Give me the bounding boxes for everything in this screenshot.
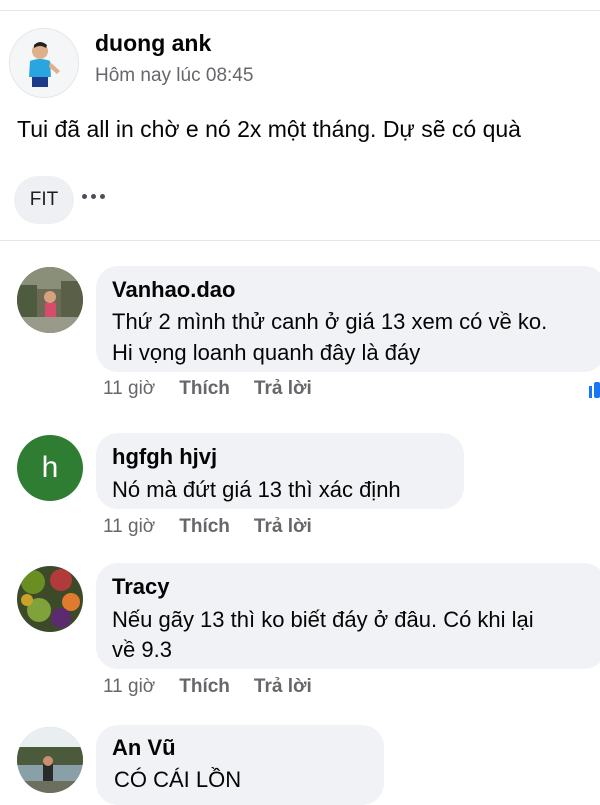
comment-author[interactable]: An Vũ: [112, 735, 176, 761]
comment-author[interactable]: Vanhao.dao: [112, 277, 235, 303]
post-author-name[interactable]: duong ank: [95, 30, 211, 57]
top-divider: [0, 10, 600, 11]
comments-divider: [0, 240, 600, 241]
like-button[interactable]: Thích: [179, 676, 230, 698]
comment-meta: 11 giờ Thích Trả lời: [103, 516, 312, 538]
comment-text-line: về 9.3: [112, 637, 172, 662]
tag-chip[interactable]: FIT: [14, 176, 74, 224]
like-button[interactable]: Thích: [179, 516, 230, 538]
comment-text-line: CÓ CÁI LỒN: [114, 767, 242, 792]
post-text: Tui đã all in chờ e nó 2x một tháng. Dự …: [17, 116, 521, 142]
reply-button[interactable]: Trả lời: [254, 516, 312, 538]
comment-author[interactable]: Tracy: [112, 574, 170, 600]
comment-text-line: Nó mà đứt giá 13 thì xác định: [112, 477, 401, 502]
outdoor-photo-avatar: [17, 267, 83, 333]
comment-meta: 11 giờ Thích Trả lời: [103, 676, 312, 698]
post-timestamp[interactable]: Hôm nay lúc 08:45: [95, 65, 253, 87]
post-author-avatar[interactable]: [9, 28, 79, 98]
reply-button[interactable]: Trả lời: [254, 676, 312, 698]
comment-text-line: Nếu gãy 13 thì ko biết đáy ở đâu. Có khi…: [112, 607, 534, 632]
comment-avatar[interactable]: h: [17, 435, 83, 501]
comment-text-line: Thứ 2 mình thử canh ở giá 13 xem có về k…: [112, 309, 548, 334]
comment-avatar[interactable]: [17, 566, 83, 632]
comment-time[interactable]: 11 giờ: [103, 516, 155, 538]
comment-avatar[interactable]: [17, 267, 83, 333]
comment-text-line: Hi vọng loanh quanh đây là đáy: [112, 340, 421, 365]
comment-time[interactable]: 11 giờ: [103, 676, 155, 698]
food-photo-avatar: [17, 566, 83, 632]
reply-button[interactable]: Trả lời: [254, 378, 312, 400]
comment-meta: 11 giờ Thích Trả lời: [103, 378, 312, 400]
person-avatar-image: [10, 29, 78, 97]
dot-icon: [100, 193, 105, 199]
dot-icon: [82, 193, 87, 199]
scenery-photo-avatar: [17, 727, 83, 793]
comment-avatar[interactable]: [17, 727, 83, 793]
more-options-button[interactable]: [82, 184, 114, 208]
comment-time[interactable]: 11 giờ: [103, 378, 155, 400]
comment-author[interactable]: hgfgh hjvj: [112, 444, 217, 470]
like-button[interactable]: Thích: [179, 378, 230, 400]
dot-icon: [91, 193, 96, 199]
reaction-icon[interactable]: [587, 380, 600, 402]
